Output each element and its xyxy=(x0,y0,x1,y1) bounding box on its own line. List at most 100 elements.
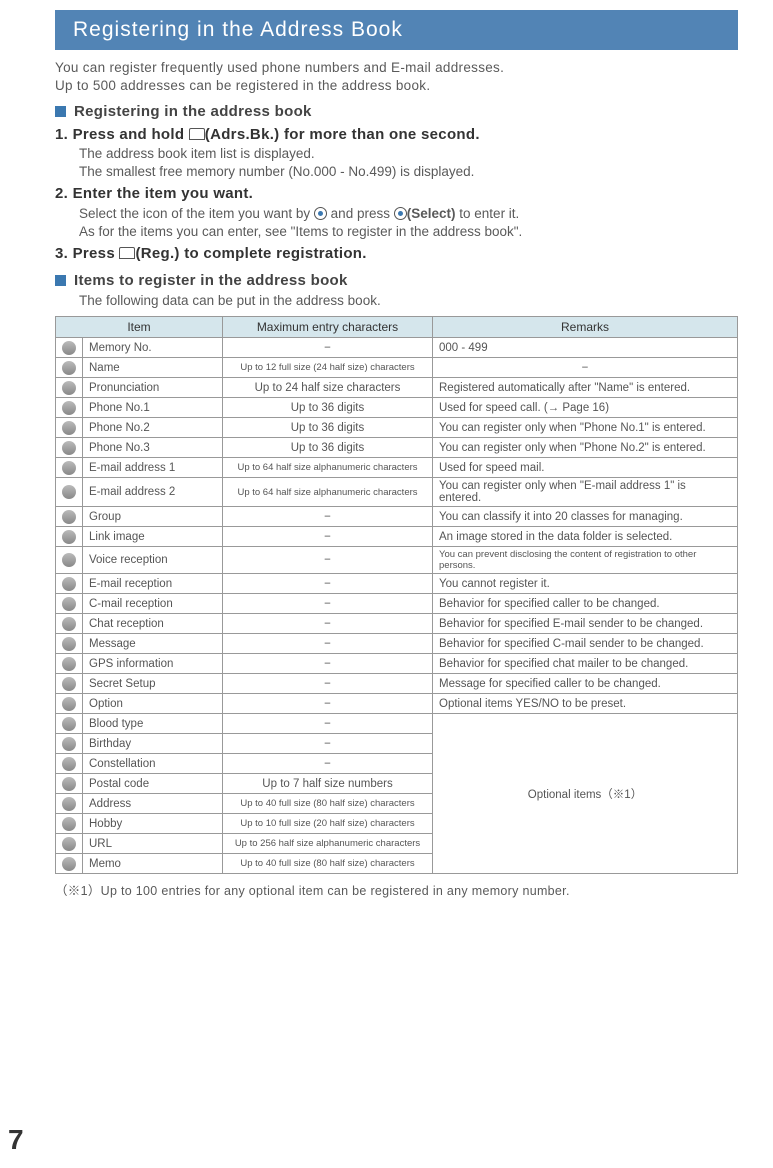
item-icon xyxy=(62,617,76,631)
section-registering: Registering in the address book xyxy=(55,103,738,120)
cell-remarks: Used for speed mail. xyxy=(433,458,738,478)
cell-max: Up to 40 full size (80 half size) charac… xyxy=(223,854,433,874)
section-items-title: Items to register in the address book xyxy=(74,272,348,289)
table-row: E-mail address 1Up to 64 half size alpha… xyxy=(56,458,738,478)
cell-remarks: Registered automatically after "Name" is… xyxy=(433,378,738,398)
item-icon xyxy=(62,530,76,544)
item-icon xyxy=(62,777,76,791)
step-1-post: for more than one second. xyxy=(284,126,480,143)
cell-remarks: Optional items YES/NO to be preset. xyxy=(433,694,738,714)
cell-remarks: You can classify it into 20 classes for … xyxy=(433,507,738,527)
item-icon xyxy=(62,737,76,751)
cell-max: Up to 64 half size alphanumeric characte… xyxy=(223,458,433,478)
cell-max: Up to 10 full size (20 half size) charac… xyxy=(223,814,433,834)
nav-key-icon xyxy=(394,207,407,220)
cell-item: Phone No.1 xyxy=(83,398,223,418)
section-registering-title: Registering in the address book xyxy=(74,103,312,120)
table-row: Chat reception−Behavior for specified E-… xyxy=(56,614,738,634)
step-3-post: to complete registration. xyxy=(184,245,367,262)
cell-max: Up to 256 half size alphanumeric charact… xyxy=(223,834,433,854)
cell-item: Voice reception xyxy=(83,547,223,574)
step-1-body-a: The address book item list is displayed. xyxy=(79,146,738,161)
item-icon xyxy=(62,510,76,524)
intro-line-2: Up to 500 addresses can be registered in… xyxy=(55,78,738,93)
table-row: Group−You can classify it into 20 classe… xyxy=(56,507,738,527)
soft-key-icon xyxy=(189,128,205,140)
th-remarks: Remarks xyxy=(433,317,738,338)
page-title: Registering in the Address Book xyxy=(55,10,738,50)
item-icon xyxy=(62,757,76,771)
cell-remarks: Used for speed call. (→ Page 16) xyxy=(433,398,738,418)
table-row: Phone No.1Up to 36 digitsUsed for speed … xyxy=(56,398,738,418)
cell-item: Blood type xyxy=(83,714,223,734)
th-item: Item xyxy=(56,317,223,338)
cell-item: Message xyxy=(83,634,223,654)
cell-max: Up to 12 full size (24 half size) charac… xyxy=(223,358,433,378)
step-3: 3. Press (Reg.) to complete registration… xyxy=(55,245,738,262)
cell-item: Phone No.2 xyxy=(83,418,223,438)
cell-item: Chat reception xyxy=(83,614,223,634)
table-row: Voice reception−You can prevent disclosi… xyxy=(56,547,738,574)
cell-remarks-optional: Optional items（※1） xyxy=(433,714,738,874)
step-1-key: (Adrs.Bk.) xyxy=(205,126,280,143)
cell-max: − xyxy=(223,654,433,674)
cell-max: − xyxy=(223,734,433,754)
item-icon xyxy=(62,341,76,355)
cell-item: Constellation xyxy=(83,754,223,774)
page-number: 7 xyxy=(8,1124,24,1156)
step-3-pre: Press xyxy=(73,245,115,262)
step-2: 2. Enter the item you want. Select the i… xyxy=(55,185,738,239)
item-icon xyxy=(62,361,76,375)
cell-item: Birthday xyxy=(83,734,223,754)
intro-line-1: You can register frequently used phone n… xyxy=(55,60,738,75)
cell-remarks: − xyxy=(433,358,738,378)
cell-remarks: You cannot register it. xyxy=(433,574,738,594)
cell-max: − xyxy=(223,614,433,634)
cell-max: Up to 36 digits xyxy=(223,438,433,458)
square-bullet-icon xyxy=(55,106,66,117)
cell-remarks: Message for specified caller to be chang… xyxy=(433,674,738,694)
table-row: Link image−An image stored in the data f… xyxy=(56,527,738,547)
cell-max: − xyxy=(223,594,433,614)
cell-item: Group xyxy=(83,507,223,527)
table-row: Secret Setup−Message for specified calle… xyxy=(56,674,738,694)
cell-remarks: Behavior for specified E-mail sender to … xyxy=(433,614,738,634)
cell-item: C-mail reception xyxy=(83,594,223,614)
item-icon xyxy=(62,717,76,731)
square-bullet-icon xyxy=(55,275,66,286)
cell-item: Memo xyxy=(83,854,223,874)
cell-max: − xyxy=(223,634,433,654)
cell-remarks: You can prevent disclosing the content o… xyxy=(433,547,738,574)
cell-max: Up to 40 full size (80 half size) charac… xyxy=(223,794,433,814)
th-max: Maximum entry characters xyxy=(223,317,433,338)
section-items-sub: The following data can be put in the add… xyxy=(79,293,738,308)
cell-item: E-mail reception xyxy=(83,574,223,594)
step-2-body-b: and press xyxy=(331,206,390,221)
item-icon xyxy=(62,577,76,591)
cell-max: − xyxy=(223,547,433,574)
item-icon xyxy=(62,857,76,871)
item-icon xyxy=(62,401,76,415)
item-icon xyxy=(62,657,76,671)
cell-remarks: 000 - 499 xyxy=(433,338,738,358)
table-row: C-mail reception−Behavior for specified … xyxy=(56,594,738,614)
item-icon xyxy=(62,677,76,691)
item-icon xyxy=(62,553,76,567)
cell-max: − xyxy=(223,754,433,774)
table-row: Message−Behavior for specified C-mail se… xyxy=(56,634,738,654)
cell-item: E-mail address 2 xyxy=(83,478,223,507)
cell-item: Secret Setup xyxy=(83,674,223,694)
item-icon xyxy=(62,637,76,651)
table-row: Option−Optional items YES/NO to be prese… xyxy=(56,694,738,714)
item-icon xyxy=(62,485,76,499)
cell-item: E-mail address 1 xyxy=(83,458,223,478)
cell-max: − xyxy=(223,674,433,694)
cell-max: − xyxy=(223,574,433,594)
step-1: 1. Press and hold (Adrs.Bk.) for more th… xyxy=(55,126,738,179)
item-icon xyxy=(62,817,76,831)
cell-remarks: Behavior for specified chat mailer to be… xyxy=(433,654,738,674)
cell-item: Name xyxy=(83,358,223,378)
cell-item: Option xyxy=(83,694,223,714)
item-icon xyxy=(62,797,76,811)
cell-remarks: Behavior for specified caller to be chan… xyxy=(433,594,738,614)
